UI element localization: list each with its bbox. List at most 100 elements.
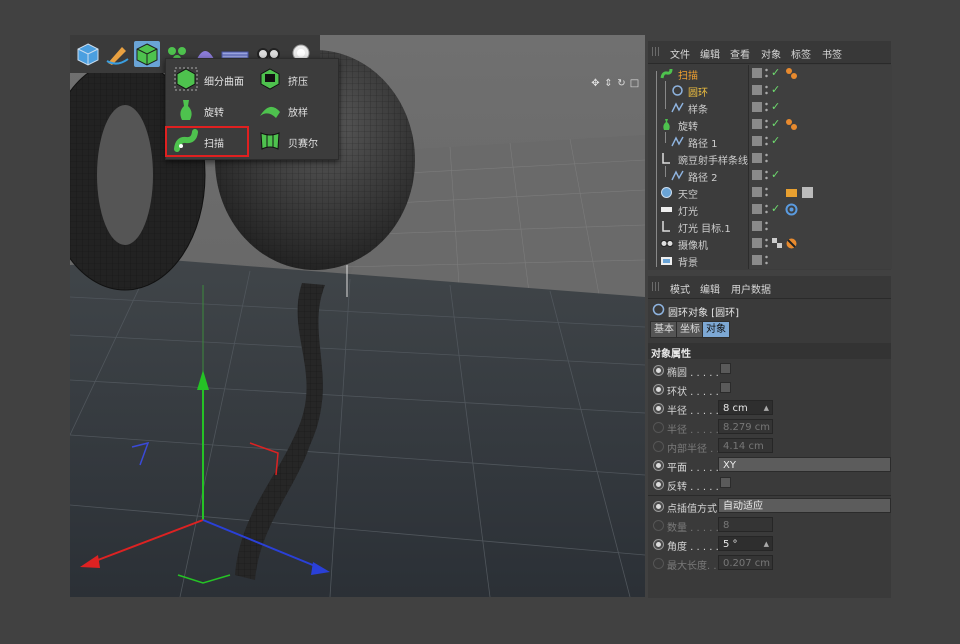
anim-radio[interactable] bbox=[653, 501, 664, 512]
move-view-icon[interactable]: ✥ bbox=[590, 78, 601, 89]
tree-label: 扫描 bbox=[678, 71, 698, 82]
visibility-dots[interactable] bbox=[765, 118, 768, 130]
layer-box[interactable] bbox=[752, 68, 762, 78]
maximize-view-icon[interactable]: □ bbox=[629, 78, 640, 89]
layer-box[interactable] bbox=[752, 204, 762, 214]
tree-label: 旋转 bbox=[678, 122, 698, 133]
tree-row-sweep[interactable]: 扫描 ✓ bbox=[648, 65, 892, 82]
visibility-dots[interactable] bbox=[765, 152, 768, 164]
tree-row-camera[interactable]: 摄像机 bbox=[648, 235, 892, 252]
texture-tag-icon[interactable] bbox=[801, 186, 814, 199]
tree-label: 路径 1 bbox=[688, 139, 718, 150]
layer-box[interactable] bbox=[752, 85, 762, 95]
layer-box[interactable] bbox=[752, 170, 762, 180]
cube-tool-button[interactable] bbox=[75, 41, 101, 67]
visibility-dots[interactable] bbox=[765, 186, 768, 198]
tab-basic[interactable]: 基本 bbox=[650, 321, 678, 338]
menu-mode[interactable]: 模式 bbox=[670, 281, 690, 296]
ring-checkbox[interactable] bbox=[720, 382, 731, 393]
radius-input[interactable]: 8 cm ▲ bbox=[718, 400, 773, 415]
visibility-dots[interactable] bbox=[765, 84, 768, 96]
angle-input[interactable]: 5 ° ▲ bbox=[718, 536, 773, 551]
anim-radio[interactable] bbox=[653, 539, 664, 550]
visibility-dots[interactable] bbox=[765, 101, 768, 113]
tree-row-light[interactable]: 灯光 ✓ bbox=[648, 201, 892, 218]
visibility-dots[interactable] bbox=[765, 220, 768, 232]
enabled-check-icon[interactable]: ✓ bbox=[771, 117, 780, 130]
material-tag-icon[interactable] bbox=[785, 67, 798, 80]
menu-item-extrude[interactable]: 挤压 bbox=[252, 64, 336, 94]
plane-dropdown[interactable]: XY bbox=[718, 457, 891, 472]
menu-edit[interactable]: 编辑 bbox=[700, 46, 720, 61]
layer-box[interactable] bbox=[752, 255, 762, 265]
material-tag-icon[interactable] bbox=[785, 118, 798, 131]
protection-tag-icon[interactable] bbox=[785, 237, 798, 250]
pen-tool-button[interactable] bbox=[104, 41, 130, 67]
3d-viewport[interactable] bbox=[70, 35, 645, 597]
layer-box[interactable] bbox=[752, 221, 762, 231]
anim-radio[interactable] bbox=[653, 479, 664, 490]
menu-item-loft[interactable]: 放样 bbox=[252, 95, 336, 125]
enabled-check-icon[interactable]: ✓ bbox=[771, 83, 780, 96]
visibility-dots[interactable] bbox=[765, 254, 768, 266]
anim-radio[interactable] bbox=[653, 460, 664, 471]
anim-radio[interactable] bbox=[653, 365, 664, 376]
checker-icon[interactable] bbox=[771, 237, 784, 250]
tab-coord[interactable]: 坐标 bbox=[676, 321, 704, 338]
tree-row-sky[interactable]: 天空 bbox=[648, 184, 892, 201]
menu-object[interactable]: 对象 bbox=[761, 46, 781, 61]
menu-label: 贝赛尔 bbox=[288, 139, 318, 150]
tree-row-background[interactable]: 背景 bbox=[648, 252, 892, 269]
light-icon bbox=[661, 207, 672, 212]
visibility-dots[interactable] bbox=[765, 203, 768, 215]
layer-box[interactable] bbox=[752, 136, 762, 146]
tree-row-path1[interactable]: 路径 1 ✓ bbox=[648, 133, 892, 150]
compositing-tag-icon[interactable] bbox=[785, 186, 798, 199]
tree-row-spline[interactable]: 样条 ✓ bbox=[648, 99, 892, 116]
tree-row-peashooter-spline[interactable]: 豌豆射手样条线 bbox=[648, 150, 892, 167]
grip-icon[interactable] bbox=[652, 47, 661, 56]
spinner-icon[interactable]: ▲ bbox=[764, 537, 769, 552]
visibility-dots[interactable] bbox=[765, 169, 768, 181]
ellipse-checkbox[interactable] bbox=[720, 363, 731, 374]
tab-object[interactable]: 对象 bbox=[702, 321, 730, 338]
tree-row-lathe[interactable]: 旋转 ✓ bbox=[648, 116, 892, 133]
menu-label: 放样 bbox=[288, 108, 308, 119]
visibility-dots[interactable] bbox=[765, 67, 768, 79]
menu-view[interactable]: 查看 bbox=[730, 46, 750, 61]
spinner-icon[interactable]: ▲ bbox=[764, 401, 769, 416]
layer-box[interactable] bbox=[752, 238, 762, 248]
reverse-checkbox[interactable] bbox=[720, 477, 731, 488]
rotate-view-icon[interactable]: ↻ bbox=[616, 78, 627, 89]
menu-file[interactable]: 文件 bbox=[670, 46, 690, 61]
visibility-dots[interactable] bbox=[765, 135, 768, 147]
target-tag-icon[interactable] bbox=[785, 203, 798, 216]
tree-row-path2[interactable]: 路径 2 ✓ bbox=[648, 167, 892, 184]
interpolation-dropdown[interactable]: 自动适应 bbox=[718, 498, 891, 513]
generator-tool-button[interactable] bbox=[134, 41, 160, 67]
zoom-view-icon[interactable]: ⇕ bbox=[603, 78, 614, 89]
menu-item-subdivision-surface[interactable]: 细分曲面 bbox=[168, 64, 252, 94]
tree-row-circle[interactable]: 圆环 ✓ bbox=[648, 82, 892, 99]
menu-tag[interactable]: 标签 bbox=[791, 46, 811, 61]
layer-box[interactable] bbox=[752, 102, 762, 112]
menu-bookmark[interactable]: 书签 bbox=[822, 46, 842, 61]
grip-icon[interactable] bbox=[652, 282, 661, 291]
menu-user-data[interactable]: 用户数据 bbox=[731, 281, 771, 296]
menu-item-bezier[interactable]: 贝赛尔 bbox=[252, 126, 336, 156]
enabled-check-icon[interactable]: ✓ bbox=[771, 100, 780, 113]
enabled-check-icon[interactable]: ✓ bbox=[771, 134, 780, 147]
layer-box[interactable] bbox=[752, 119, 762, 129]
menu-item-lathe[interactable]: 旋转 bbox=[168, 95, 252, 125]
section-label: 对象属性 bbox=[651, 349, 691, 360]
layer-box[interactable] bbox=[752, 187, 762, 197]
anim-radio[interactable] bbox=[653, 403, 664, 414]
enabled-check-icon[interactable]: ✓ bbox=[771, 202, 780, 215]
menu-edit[interactable]: 编辑 bbox=[700, 281, 720, 296]
tree-row-light-target[interactable]: 灯光 目标.1 bbox=[648, 218, 892, 235]
anim-radio[interactable] bbox=[653, 384, 664, 395]
layer-box[interactable] bbox=[752, 153, 762, 163]
visibility-dots[interactable] bbox=[765, 237, 768, 249]
enabled-check-icon[interactable]: ✓ bbox=[771, 66, 780, 79]
enabled-check-icon[interactable]: ✓ bbox=[771, 168, 780, 181]
